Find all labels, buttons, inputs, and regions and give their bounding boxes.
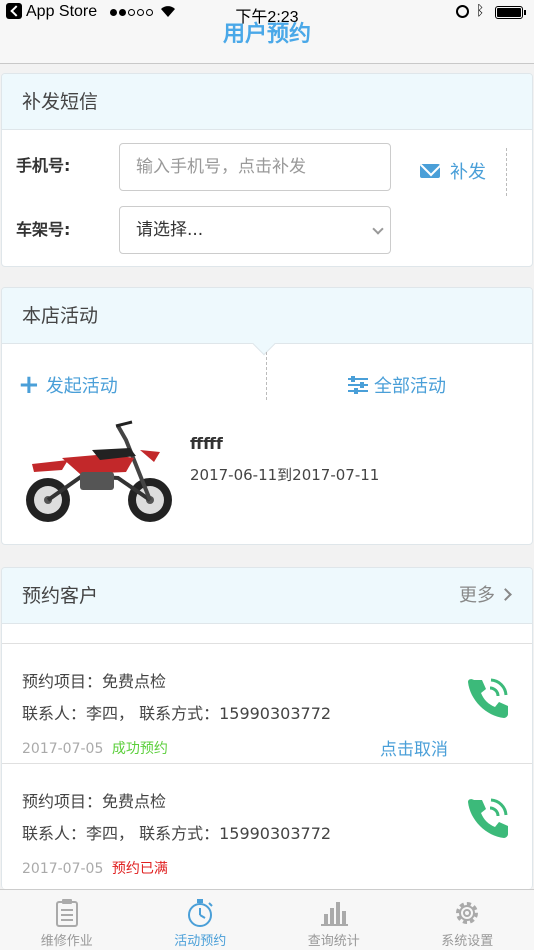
booking-item[interactable]: 预约项目：免费点检 联系人：李四， 联系方式：15990303772 2017-… [2,763,532,883]
clipboard-icon [55,899,78,927]
start-activity-label: 发起活动 [45,376,118,397]
more-button[interactable]: 更多 [459,568,510,624]
tab-bar: 维修作业 活动预约 查询统计 系统设置 [0,889,534,950]
envelope-icon [420,164,440,178]
motorcycle-image[interactable] [22,420,178,526]
all-activities-label: 全部活动 [374,376,446,397]
divider [266,352,267,400]
frame-number-select[interactable]: 请选择... [119,206,391,254]
activity-date-range: 2017-06-11到2017-07-11 [190,466,380,484]
booking-date: 2017-07-05 [22,741,104,757]
tab-activity-booking[interactable]: 活动预约 [134,890,268,950]
booking-status-badge: 成功预约 [111,741,168,757]
booking-date: 2017-07-05 [22,861,104,877]
booking-date-line: 2017-07-05 预约已满 [22,858,168,878]
bar-chart-icon [320,902,348,926]
booking-status-badge: 预约已满 [111,861,168,877]
tab-label: 查询统计 [307,934,360,949]
tab-system-settings[interactable]: 系统设置 [401,890,534,950]
booking-date-line: 2017-07-05 成功预约 [22,738,168,758]
stopwatch-icon [188,899,213,927]
all-activities-button[interactable]: 全部活动 [348,372,446,398]
plus-icon: + [18,370,40,400]
booking-project: 预约项目：免费点检 [22,672,167,691]
booking-project: 预约项目：免费点检 [22,792,167,811]
tab-repair-work[interactable]: 维修作业 [0,890,134,950]
booking-customers-header: 预约客户 更多 [2,568,532,624]
divider [506,148,507,196]
phone-label: 手机号: [16,156,71,175]
phone-call-icon[interactable] [466,674,510,718]
resend-label: 补发 [450,162,486,183]
phone-call-icon[interactable] [466,794,510,838]
phone-input[interactable]: 输入手机号，点击补发 [119,143,391,191]
tab-label: 系统设置 [441,934,494,949]
chevron-down-icon [372,223,384,235]
booking-customers-title: 预约客户 [22,585,99,607]
booking-contact: 联系人：李四， 联系方式：15990303772 [22,824,332,843]
cancel-booking-button[interactable]: 点击取消 [380,735,448,760]
booking-item[interactable]: 预约项目：免费点检 联系人：李四， 联系方式：15990303772 2017-… [2,643,532,763]
tab-label: 维修作业 [40,934,93,949]
tab-label: 活动预约 [174,934,227,949]
activity-name[interactable]: fffff [190,434,223,453]
frame-number-label: 车架号: [16,220,71,239]
tab-query-stats[interactable]: 查询统计 [267,890,401,950]
resend-sms-card: 补发短信 手机号: 输入手机号，点击补发 补发 车架号: 请选择... [1,73,533,267]
booking-customers-card: 预约客户 更多 预约项目：免费点检 联系人：李四， 联系方式：159903037… [1,567,533,889]
booking-contact: 联系人：李四， 联系方式：15990303772 [22,704,332,723]
gear-icon [456,902,479,924]
resend-sms-title: 补发短信 [2,74,532,130]
frame-number-select-value: 请选择... [136,220,204,240]
store-activity-card: 本店活动 + 发起活动 全部活动 fffff 2017-06-11到2017-0… [1,287,533,545]
start-activity-button[interactable]: + 发起活动 [18,372,118,398]
page-title: 用户预约 [222,22,311,47]
resend-button[interactable]: 补发 [420,158,486,184]
sliders-icon [348,376,368,394]
